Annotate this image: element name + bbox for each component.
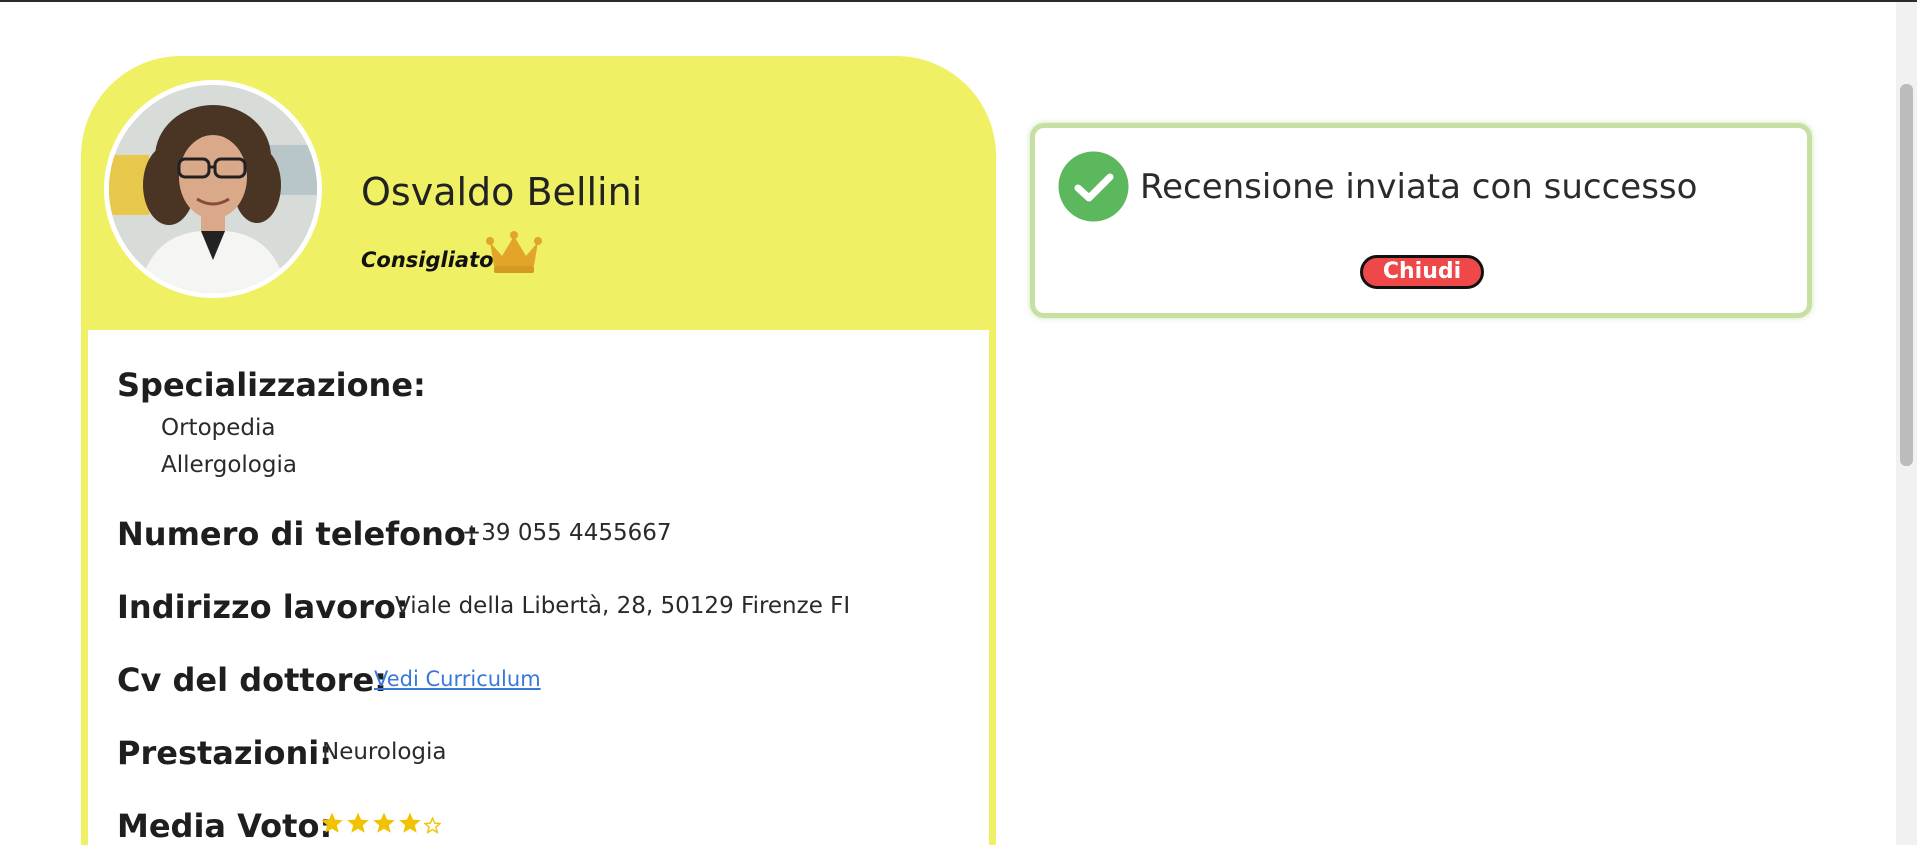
- phone-value: +39 055 4455667: [462, 520, 672, 546]
- close-button[interactable]: Chiudi: [1360, 255, 1484, 289]
- address-label: Indirizzo lavoro:: [117, 588, 409, 626]
- doctor-name: Osvaldo Bellini: [361, 170, 643, 214]
- star-icon: [347, 812, 369, 833]
- check-circle-icon: [1058, 151, 1129, 222]
- star-icon: [424, 817, 441, 834]
- toast-message: Recensione inviata con successo: [1140, 167, 1698, 207]
- doctor-photo: [109, 85, 317, 293]
- address-value: Viale della Libertà, 28, 50129 Firenze F…: [395, 593, 851, 619]
- star-icon: [399, 812, 421, 833]
- phone-label: Numero di telefono:: [117, 515, 479, 553]
- cv-link[interactable]: Vedi Curriculum: [374, 667, 541, 691]
- star-icon: [321, 812, 343, 833]
- page: Osvaldo Bellini Consigliato Specializzaz…: [0, 0, 1917, 845]
- recommended-badge-label: Consigliato: [361, 248, 494, 272]
- window-top-border: [0, 0, 1917, 2]
- rating-label: Media Voto:: [117, 807, 333, 845]
- crown-icon: [486, 231, 542, 273]
- star-icon: [373, 812, 395, 833]
- avatar: [104, 80, 322, 298]
- specialization-item: Allergologia: [161, 452, 297, 478]
- services-value: Neurologia: [322, 739, 447, 765]
- scrollbar-thumb[interactable]: [1900, 84, 1913, 466]
- cv-label: Cv del dottore:: [117, 661, 387, 699]
- specialization-label: Specializzazione:: [117, 366, 426, 404]
- rating-stars: [320, 811, 441, 835]
- specialization-item: Ortopedia: [161, 415, 276, 441]
- services-label: Prestazioni:: [117, 734, 332, 772]
